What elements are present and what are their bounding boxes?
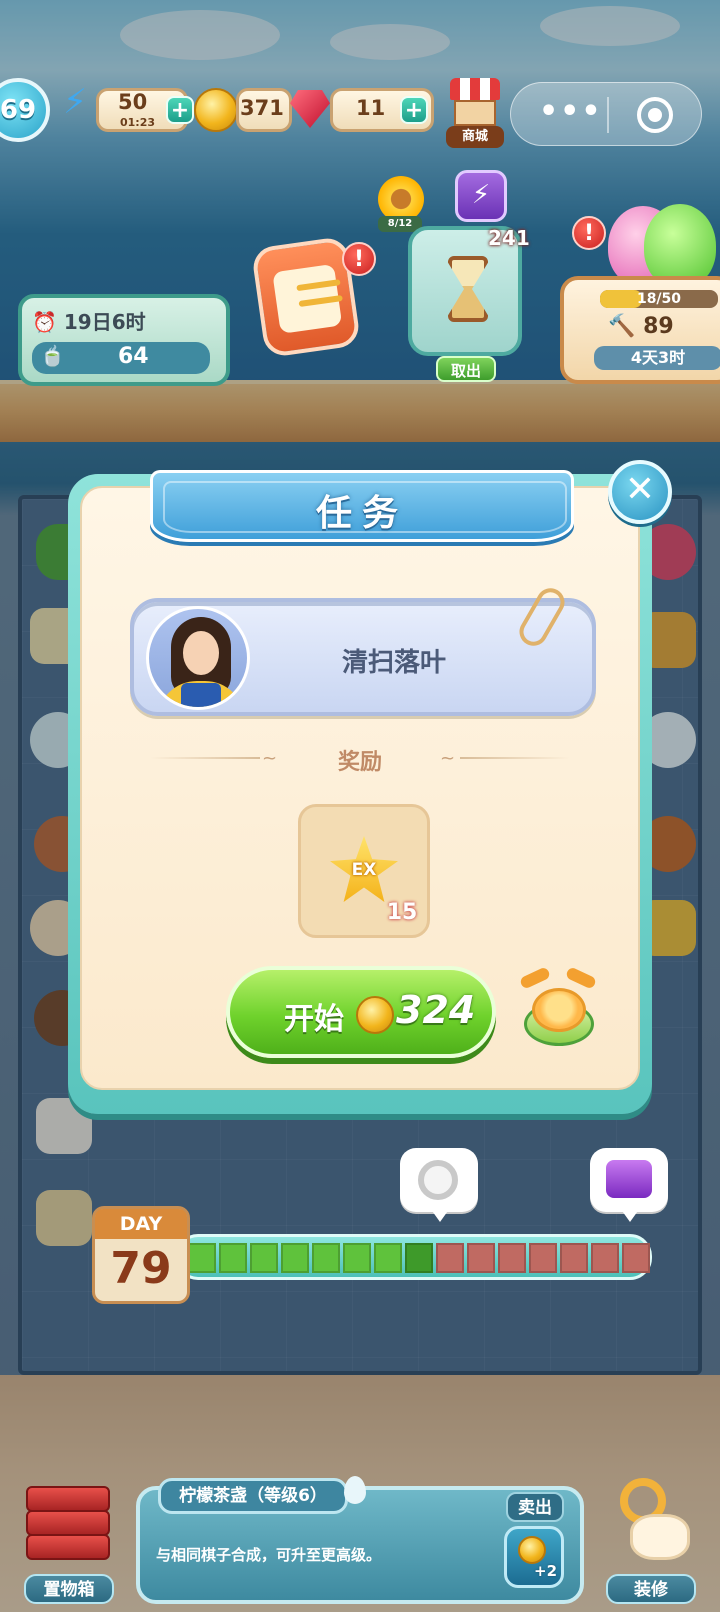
shop-awning-icon [450,78,500,100]
progress-segment-todo [622,1243,650,1273]
close-icon: ✕ [624,469,656,510]
strainer-icon [418,1160,458,1200]
divider-line [150,757,260,759]
gems-value: 11 [356,96,386,120]
reward-item-label: EX [351,860,377,880]
sell-label: 卖出 [506,1492,564,1522]
coin-icon [518,1536,546,1564]
item-name: 柠檬茶盏（等级6） [158,1478,348,1514]
mystery-chest-icon [606,1160,652,1198]
modal-title-ribbon: 任务 [150,470,574,550]
coin-icon [194,88,238,132]
shop-button[interactable]: 商城 [446,78,504,148]
energy-timer: 01:23 [120,116,156,129]
avatar-apron [181,683,221,707]
egg-event-card[interactable]: 18/50 🔨 89 4天3时 [560,276,720,384]
info-drop-icon [344,1476,366,1504]
list-line [296,279,341,292]
progress-segment-todo [529,1243,557,1273]
milestone-reward-bubble[interactable] [400,1148,478,1222]
egg-energy-bar: 18/50 [600,290,718,308]
egg-time-left: 4天3时 [594,346,720,370]
progress-segment-done [188,1243,216,1273]
hourglass-icon [448,256,488,322]
event-points: 64 [118,344,149,369]
swirl-ornament-icon: ~ [262,748,278,769]
alert-badge-icon: ! [342,242,376,276]
coin-icon [356,996,394,1034]
energy-value: 50 [118,90,148,114]
progress-segment-done [343,1243,371,1273]
energy-bolt-icon: ⚡ [63,82,87,122]
event-timer-card[interactable]: ⏰ 19日6时 🍵 64 [18,294,230,386]
reward-title: 奖励 [337,750,382,775]
crate-layer [26,1486,110,1512]
item-description: 与相同棋子合成，可升至更高级。 [156,1546,382,1564]
crate-layer [26,1534,110,1560]
sell-amount: +2 [534,1562,558,1580]
avatar-face [183,631,219,675]
modal-title: 任务 [315,493,408,534]
pacifier-shield [630,1514,690,1560]
progress-segment-done [405,1243,433,1273]
progress-segment-todo [560,1243,588,1273]
task-target-item-icon [518,966,602,1052]
progress-segment-done [312,1243,340,1273]
shop-store-icon [454,100,496,126]
hammer-icon: 🔨 [608,314,636,339]
progress-segment-todo [498,1243,526,1273]
pan-bowl [532,988,586,1032]
egg-energy-text: 18/50 [636,291,682,307]
hammer-count: 89 [643,314,674,339]
task-name: 清扫落叶 [341,648,446,678]
tea-cup-icon: 🍵 [40,344,65,368]
crate-layer [26,1510,110,1536]
close-miniprogram-icon[interactable] [637,97,673,133]
progress-segment-done [219,1243,247,1273]
progress-segment-done [374,1243,402,1273]
start-cost: 324 [396,988,476,1032]
milestone-reward-bubble[interactable] [590,1148,668,1222]
event-timer-row: ⏰ 19日6时 [32,310,146,334]
avatar [146,606,250,710]
hammer-count-row: 🔨 89 [608,314,718,339]
day-calendar: DAY 79 [92,1206,190,1304]
close-button[interactable]: ✕ [608,460,672,524]
more-menu-icon[interactable]: ••• [539,97,601,127]
storage-box-label[interactable]: 置物箱 [24,1574,114,1604]
day-number: 79 [110,1243,172,1294]
shop-label: 商城 [446,126,504,148]
progress-segment-todo [467,1243,495,1273]
swirl-ornament-icon: ~ [440,748,456,769]
add-energy-button[interactable]: + [166,96,194,124]
coins-value: 371 [240,96,284,120]
storage-box-button[interactable] [26,1486,110,1578]
list-line [298,294,343,308]
reward-quantity: 15 [386,900,418,925]
start-label: 开始 [284,1002,344,1037]
clipboard-icon [272,263,343,334]
capsule-divider [607,97,609,133]
decorate-pacifier-icon [612,1478,692,1570]
day-label: DAY [95,1209,187,1239]
hourglass-count: 241 [488,226,530,250]
takeout-button[interactable]: 取出 [436,356,496,382]
progress-segment-todo [591,1243,619,1273]
add-gems-button[interactable]: + [400,96,428,124]
progress-segment-done [250,1243,278,1273]
decorate-button[interactable]: 装修 [606,1574,696,1604]
miniprogram-capsule: ••• [510,82,702,146]
alert-badge-icon: ! [572,216,606,250]
event-timer: 19日6时 [63,310,146,334]
progress-segment-todo [436,1243,464,1273]
event-points-row: 🍵 64 [32,342,210,374]
player-level: 69 [0,95,37,125]
lightning-box-icon[interactable]: ⚡ [455,170,507,222]
reward-header: ~ 奖励 ~ [150,744,570,775]
divider-line [460,757,570,759]
progress-segment-done [281,1243,309,1273]
